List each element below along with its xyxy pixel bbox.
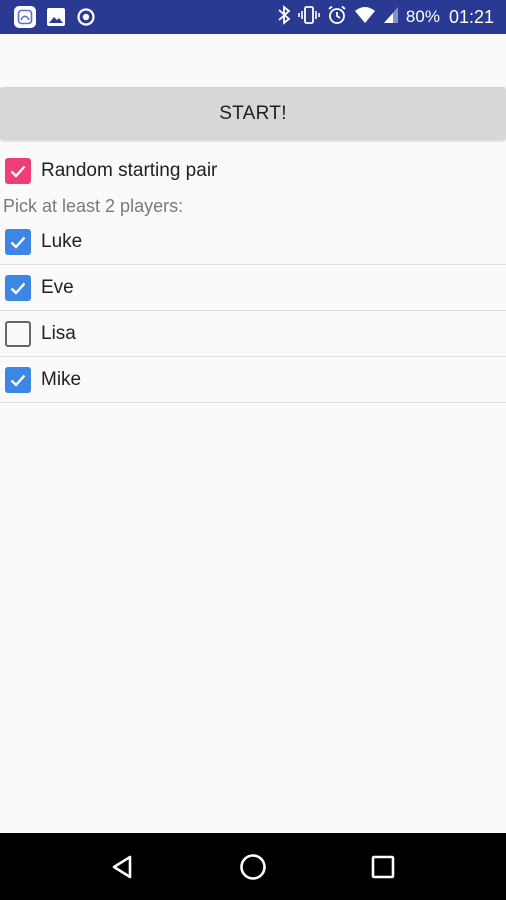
player-row-mike[interactable]: Mike	[0, 357, 506, 403]
recents-icon	[371, 855, 395, 878]
player-checkbox[interactable]	[5, 274, 31, 301]
clock: 01:21	[448, 6, 494, 27]
checkmark-icon	[10, 282, 26, 295]
wifi-icon	[354, 6, 376, 29]
vibrate-icon	[298, 5, 320, 30]
random-pair-label: Random starting pair	[41, 160, 218, 181]
player-row-lisa[interactable]: Lisa	[0, 311, 506, 357]
player-name: Lisa	[41, 322, 76, 344]
circle-notification-icon	[76, 7, 96, 27]
random-starting-pair-option[interactable]: Random starting pair	[0, 154, 506, 188]
cell-signal-icon	[383, 6, 399, 29]
player-name: Luke	[41, 230, 83, 252]
player-name: Mike	[41, 368, 82, 390]
alarm-icon	[327, 5, 347, 30]
player-row-luke[interactable]: Luke	[0, 219, 506, 265]
status-bar: 80% 01:21	[0, 0, 506, 34]
random-pair-checkbox[interactable]	[5, 158, 31, 184]
home-button[interactable]	[223, 837, 283, 897]
player-checkbox[interactable]	[5, 228, 31, 255]
player-checkbox[interactable]	[5, 366, 31, 393]
home-icon	[240, 853, 266, 880]
start-button[interactable]: START!	[0, 87, 506, 140]
checkmark-icon	[10, 374, 26, 387]
battery-level: 80%	[405, 7, 440, 26]
player-list: Luke Eve Lisa Mike	[0, 219, 506, 403]
back-button[interactable]	[93, 837, 153, 897]
recents-button[interactable]	[353, 837, 413, 897]
notification-icons	[14, 6, 96, 28]
players-prompt: Pick at least 2 players:	[3, 196, 184, 216]
system-status: 80% 01:21	[277, 4, 494, 30]
image-notification-icon	[46, 7, 66, 27]
player-checkbox[interactable]	[5, 320, 31, 347]
player-row-eve[interactable]: Eve	[0, 265, 506, 311]
back-icon	[112, 855, 132, 878]
player-name: Eve	[41, 276, 74, 298]
bluetooth-icon	[277, 4, 291, 30]
checkmark-icon	[10, 165, 26, 178]
app-notification-icon	[14, 6, 36, 28]
checkmark-icon	[10, 236, 26, 249]
navigation-bar	[0, 833, 506, 900]
